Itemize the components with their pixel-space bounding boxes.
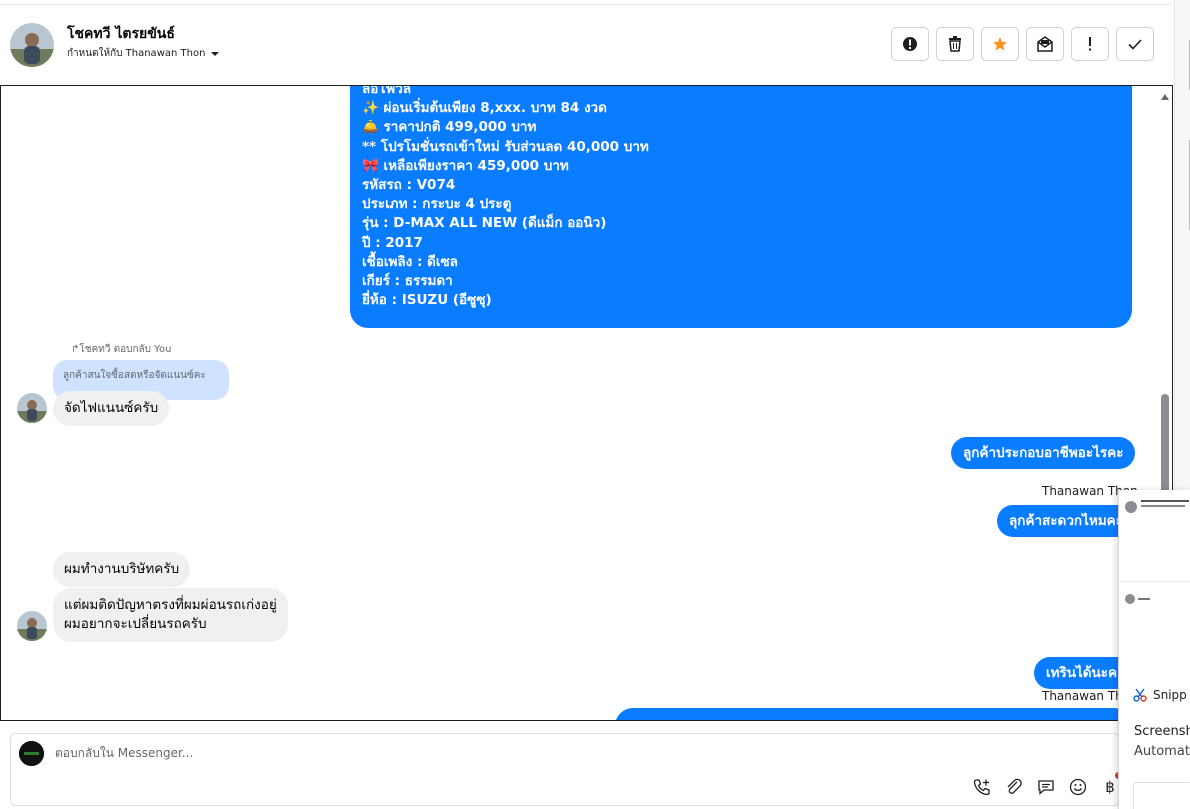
contact-avatar-small: [17, 393, 47, 423]
reply-composer: ฿: [10, 733, 1122, 806]
assignee-label: กำหนดให้กับ Thanawan Thon: [67, 48, 206, 59]
message-thread[interactable]: ล้อโฟวิล ✨ ผ่อนเริ่มต้นเพียง 8,xxx. บาท …: [0, 85, 1173, 721]
incoming-message: จัดไฟแนนซ์ครับ: [53, 391, 170, 426]
message-line: ยี่ห้อ : ISUZU (อีซูซุ): [362, 292, 492, 309]
message-line: 🛎️ ราคาปกติ 499,000 บาท: [362, 119, 537, 136]
incoming-message-multiline: แต่ผมติดปัญหาตรงที่ผมผ่อนรถเก่งอยู่ ผมอย…: [53, 588, 288, 642]
message-line: ** โปรโมชั่นรถเข้าใหม่ รับส่วนลด 40,000 …: [362, 138, 649, 155]
saved-reply-icon: [1038, 780, 1054, 795]
message-line: เกียร์ : ธรรมดา: [362, 273, 453, 290]
message-line: รหัสรถ : V074: [362, 177, 456, 194]
message-line: 🎀 เหลือเพียงราคา 459,000 บาท: [362, 157, 569, 174]
baht-icon: ฿: [1105, 778, 1115, 796]
screenshot-thumbnail[interactable]: [1121, 492, 1190, 582]
conversation-actions: [891, 27, 1154, 61]
reply-meta-text: โชคทวี ตอบกลับ You: [79, 344, 172, 355]
message-line: ล้อโฟวิล: [362, 85, 412, 97]
trash-icon: [949, 36, 961, 52]
message-line: ✨ ผ่อนเริ่มต้นเพียง 8,xxx. บาท 84 งวด: [362, 100, 607, 117]
page-logo: [19, 741, 44, 766]
contact-name: โชคทวี ไตรยขันธ์: [67, 26, 175, 42]
screenshot-thumbnail[interactable]: [1121, 586, 1190, 666]
incoming-message: ผมทำงานบริษัทครับ: [53, 552, 191, 587]
scroll-up-arrow-icon[interactable]: [1161, 94, 1169, 100]
snipping-app-header: Snipp: [1133, 688, 1187, 702]
message-line: แต่ผมติดปัญหาตรงที่ผมผ่อนรถเก่งอยู่: [64, 597, 277, 613]
thumbnail-text-line: [1141, 500, 1189, 502]
message-line: ผมอยากจะเปลี่ยนรถครับ: [64, 616, 207, 632]
saved-replies-button[interactable]: [1035, 776, 1057, 798]
done-icon: [1128, 39, 1142, 50]
contact-avatar-small: [17, 611, 47, 641]
add-call-button[interactable]: [971, 776, 993, 798]
report-button[interactable]: [891, 27, 929, 61]
star-button[interactable]: [981, 27, 1019, 61]
emoji-button[interactable]: [1067, 776, 1089, 798]
mark-important-button[interactable]: [1071, 27, 1109, 61]
message-input[interactable]: [55, 746, 755, 760]
mark-unread-icon: [1037, 36, 1053, 52]
caret-down-icon: [211, 51, 220, 56]
message-line: ประเภท : กระบะ 4 ประตู: [362, 196, 512, 213]
thumbnail-avatar: [1125, 594, 1135, 604]
inbox-conversation-view: โชคทวี ไตรยขันธ์ กำหนดให้กับ Thanawan Th…: [0, 0, 1190, 809]
outgoing-message-car-listing: ล้อโฟวิล ✨ ผ่อนเริ่มต้นเพียง 8,xxx. บาท …: [350, 85, 1132, 328]
message-line: เชื้อเพลิง : ดีเซล: [362, 253, 458, 270]
outgoing-message-partial: [615, 708, 1132, 720]
assignee-selector[interactable]: กำหนดให้กับ Thanawan Thon: [67, 46, 220, 61]
reply-indicator: ↱โชคทวี ตอบกลับ You: [71, 342, 171, 357]
thumbnail-text-line: [1141, 505, 1185, 507]
delete-button[interactable]: [936, 27, 974, 61]
notification-footer: [1133, 782, 1190, 809]
report-icon: [903, 37, 917, 51]
notification-subtitle: Automati: [1134, 744, 1190, 759]
notification-title: Screensh: [1134, 724, 1190, 739]
background-window-edge: [1174, 0, 1190, 490]
thumbnail-avatar: [1125, 501, 1137, 513]
emoji-icon: [1069, 778, 1087, 796]
mark-done-button[interactable]: [1116, 27, 1154, 61]
attachment-icon: [1007, 778, 1022, 794]
scroll-thumb[interactable]: [1161, 394, 1169, 504]
outgoing-message: ลุกค้าสะดวกไหมคะ: [997, 505, 1135, 537]
conversation-header: โชคทวี ไตรยขันธ์ กำหนดให้กับ Thanawan Th…: [0, 5, 1172, 85]
attach-file-button[interactable]: [1003, 776, 1025, 798]
message-line: ปี : 2017: [362, 234, 423, 251]
mark-unread-button[interactable]: [1026, 27, 1064, 61]
thumbnail-text-line: [1138, 598, 1150, 600]
add-call-icon: [973, 779, 990, 796]
snipping-tool-notification[interactable]: Snipp Screensh Automati: [1118, 490, 1190, 809]
important-icon: [1089, 37, 1091, 51]
contact-avatar[interactable]: [10, 23, 54, 67]
composer-toolbar: ฿: [971, 776, 1121, 798]
star-icon: [993, 37, 1007, 51]
snipping-app-name: Snipp: [1153, 688, 1187, 702]
outgoing-message: ลูกค้าประกอบอาชีพอะไรคะ: [951, 437, 1136, 469]
scissors-icon: [1133, 688, 1147, 702]
message-line: รุ่น : D-MAX ALL NEW (ดีแม็ก ออนิว): [362, 215, 607, 232]
